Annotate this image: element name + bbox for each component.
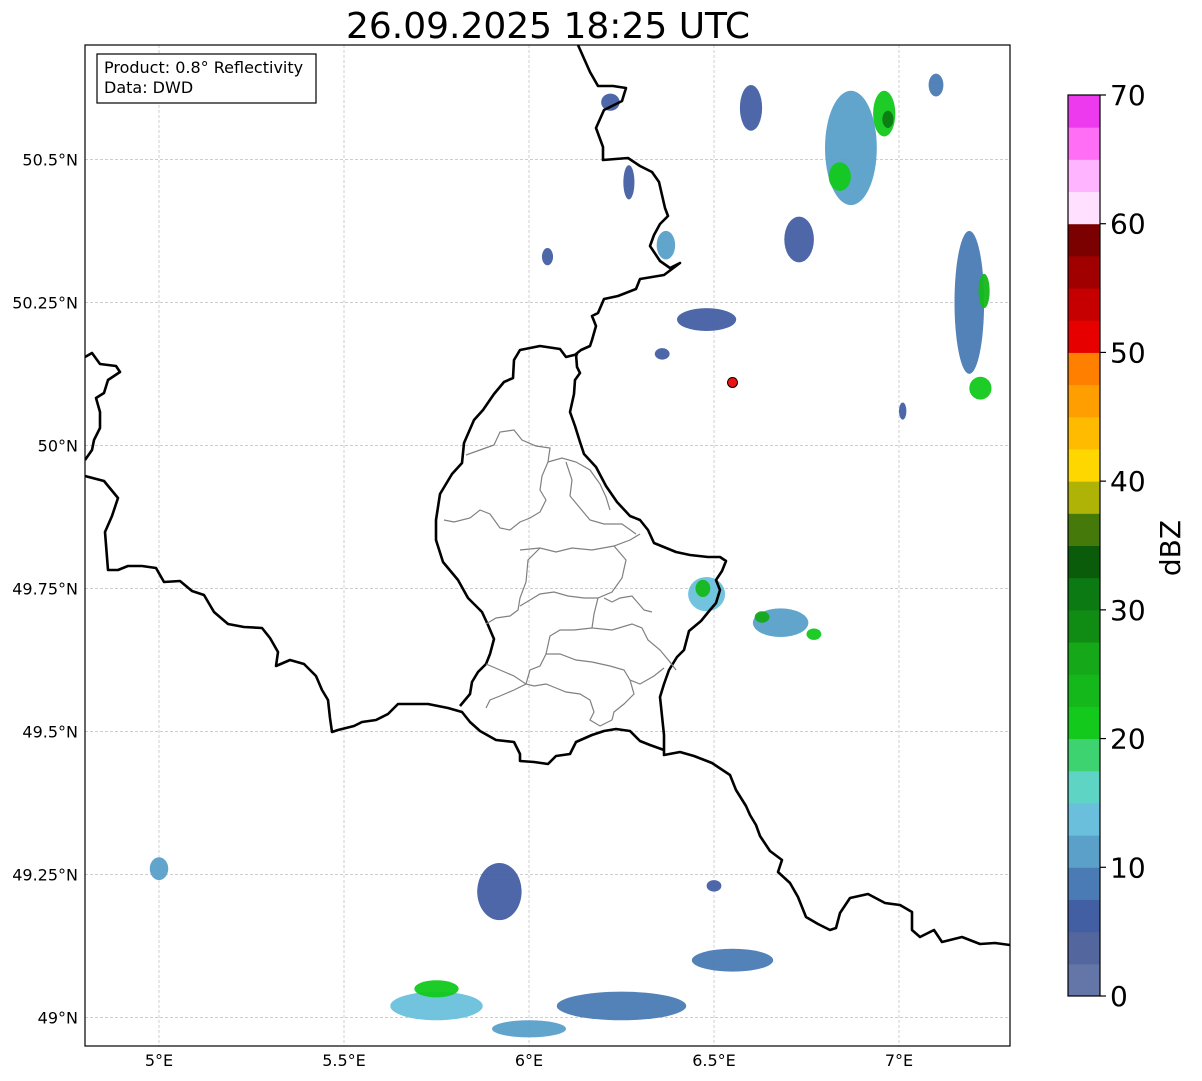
colorbar-segment-27 [1068,95,1100,128]
colorbar-segment-10 [1068,642,1100,675]
colorbar-segment-16 [1068,448,1100,482]
lat-tick-label-1: 50.25°N [12,293,78,312]
radar-map-figure: 26.09.2025 18:25 UTC Product: 0.8° Refle… [12,6,1187,1070]
radar-echo-15 [825,90,877,206]
radar-echo-4 [414,980,459,998]
colorbar-segment-17 [1068,416,1100,450]
colorbar-segment-25 [1068,159,1100,193]
colorbar-segment-19 [1068,352,1100,386]
lat-tick-label-6: 49°N [38,1008,78,1027]
colorbar-segment-11 [1068,609,1100,643]
radar-echo-1 [477,862,522,921]
radar-echo-23 [656,230,676,260]
colorbar-segment-2 [1068,899,1100,933]
colorbar-segment-3 [1068,867,1100,900]
lon-tick-label-1: 5.5°E [322,1051,366,1070]
colorbar-segment-24 [1068,191,1100,225]
colorbar-segment-7 [1068,738,1100,772]
radar-echo-29 [899,402,907,420]
belgium-france-border [85,474,665,766]
radar-echo-0 [149,857,169,881]
radar-echo-13 [739,85,763,131]
radar-echo-2 [706,880,722,892]
colorbar: 0 10 20 30 40 50 60 70 [1067,79,1146,1013]
lon-tick-label-4: 7°E [885,1051,913,1070]
luxembourg-border [434,344,579,707]
radar-echo-22 [677,308,737,331]
info-box: Product: 0.8° Reflectivity Data: DWD [96,53,317,104]
radar-echo-11 [754,611,770,623]
latitude-tick-labels: 50.5°N 50.25°N 50°N 49.75°N 49.5°N 49.25°N 49°… [12,150,78,1027]
canton-borders [443,429,677,727]
info-product: Product: 0.8° Reflectivity [104,58,303,77]
colorbar-segment-14 [1068,513,1100,546]
radar-echo-12 [806,628,822,640]
colorbar-tick-label-7: 70 [1110,79,1146,112]
radar-echo-16 [828,162,851,191]
radar-echo-18 [882,110,894,128]
colorbar-segment-0 [1068,963,1100,997]
radar-site-layer [727,376,738,388]
colorbar-segment-18 [1068,384,1100,418]
colorbar-segment-9 [1068,674,1100,707]
colorbar-tick-label-1: 10 [1110,851,1146,884]
radar-echo-9 [695,579,711,597]
colorbar-label: dBZ [1154,520,1187,576]
colorbar-tick-label-2: 20 [1110,723,1146,756]
colorbar-segment-4 [1068,835,1100,868]
colorbar-segment-1 [1068,931,1100,965]
colorbar-segment-23 [1068,223,1100,257]
colorbar-segment-26 [1068,127,1100,160]
radar-echo-14 [784,216,814,263]
radar-echo-20 [978,273,990,309]
radar-echo-25 [623,165,635,200]
colorbar-tick-label-0: 0 [1110,980,1128,1013]
lat-tick-label-2: 50°N [38,436,78,455]
colorbar-segment-6 [1068,770,1100,804]
radar-echo-6 [691,948,774,972]
colorbar-tick-label-4: 40 [1110,465,1146,498]
lon-tick-label-2: 6°E [515,1051,543,1070]
colorbar-segment-21 [1068,288,1100,321]
radar-echo-26 [541,248,554,266]
radar-echo-21 [969,376,992,400]
map-title: 26.09.2025 18:25 UTC [346,6,750,47]
radar-echo-7 [492,1020,566,1038]
colorbar-segment-8 [1068,706,1100,740]
radar-echo-28 [928,73,944,97]
colorbar-tick-label-3: 30 [1110,594,1146,627]
lat-tick-label-4: 49.5°N [22,722,78,741]
colorbar-tick-label-6: 60 [1110,208,1146,241]
radar-echo-5 [556,991,687,1021]
germany-border [568,45,1010,947]
longitude-tick-labels: 5°E 5.5°E 6°E 6.5°E 7°E [145,1051,913,1070]
colorbar-segment-15 [1068,481,1100,514]
lat-tick-label-5: 49.25°N [12,865,78,884]
colorbar-tick-label-5: 50 [1110,336,1146,369]
lat-tick-label-3: 49.75°N [12,579,78,598]
info-source: Data: DWD [104,78,193,97]
lon-tick-label-0: 5°E [145,1051,173,1070]
colorbar-segment-5 [1068,802,1100,836]
radar-echoes [149,73,992,1038]
belgium-northwest-border [85,351,122,461]
colorbar-segment-20 [1068,320,1100,353]
radar-echo-19 [954,230,985,374]
lon-tick-label-3: 6.5°E [692,1051,736,1070]
colorbar-segment-13 [1068,545,1100,579]
colorbar-segment-22 [1068,255,1100,289]
radar-echo-27 [654,348,670,360]
colorbar-segment-12 [1068,577,1100,611]
radar-site-marker [727,376,738,388]
lat-tick-label-0: 50.5°N [22,150,78,169]
